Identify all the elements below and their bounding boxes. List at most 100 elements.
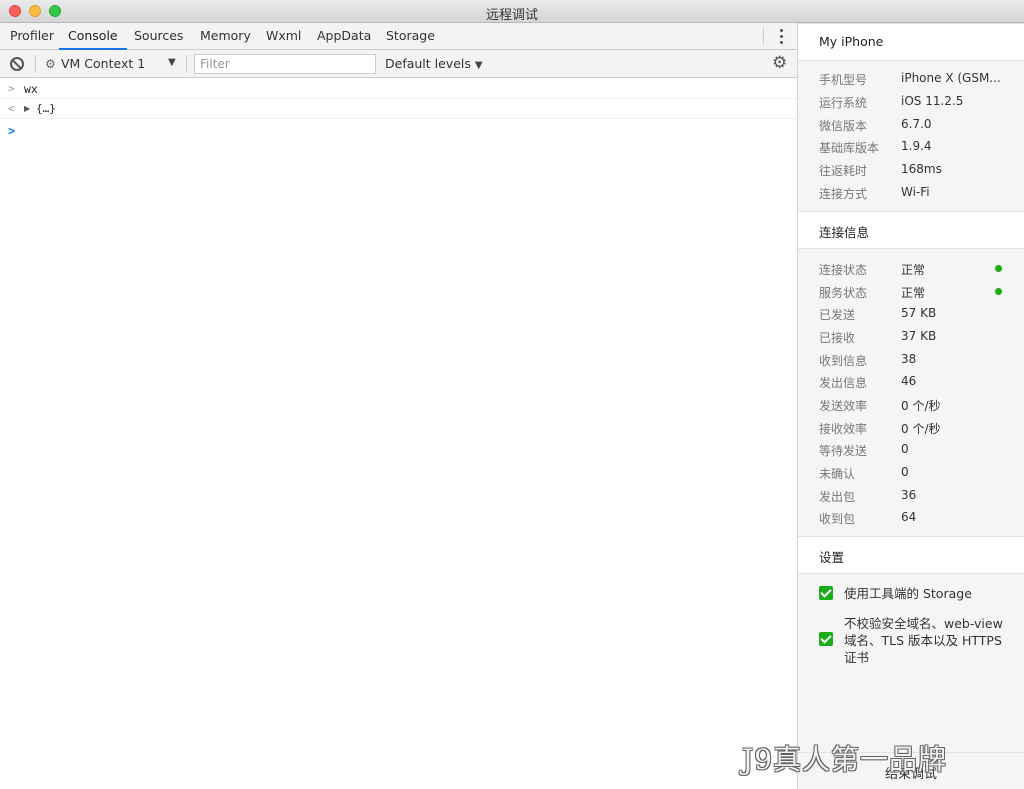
info-label: 已发送 bbox=[819, 308, 856, 322]
console-output[interactable]: > wx < ▶ {…} > bbox=[0, 79, 798, 789]
info-row: 等待发送 0 bbox=[798, 438, 1024, 460]
window-title: 远程调试 bbox=[485, 8, 538, 23]
info-label: 微信版本 bbox=[819, 119, 868, 133]
output-chevron-icon: < bbox=[8, 102, 15, 115]
tab-memory[interactable]: Memory bbox=[191, 23, 260, 50]
devtools-tab-bar: Profiler Console Sources Memory Wxml App… bbox=[0, 23, 798, 50]
info-label: 运行系统 bbox=[819, 96, 868, 110]
info-row: 往返耗时 168ms bbox=[798, 158, 1024, 180]
console-toolbar: ⚙ VM Context 1 ▼ Default levels▼ ⚙ bbox=[0, 50, 798, 78]
info-label: 接收效率 bbox=[819, 422, 868, 436]
console-prompt-icon[interactable]: > bbox=[8, 124, 15, 138]
info-row: 运行系统 iOS 11.2.5 bbox=[798, 90, 1024, 112]
info-label: 手机型号 bbox=[819, 73, 868, 87]
setting-storage-option[interactable]: 使用工具端的 Storage bbox=[798, 583, 1024, 607]
device-section-header: My iPhone bbox=[798, 23, 1024, 61]
watermark-text: J9真人第一品牌 bbox=[742, 743, 948, 776]
info-label: 发送效率 bbox=[819, 399, 868, 413]
info-label: 基础库版本 bbox=[819, 141, 880, 155]
tab-divider bbox=[763, 27, 764, 45]
info-value: 正常 bbox=[901, 286, 926, 300]
info-row: 接收效率 0 个/秒 bbox=[798, 416, 1024, 438]
clear-console-icon[interactable] bbox=[10, 57, 24, 71]
info-label: 服务状态 bbox=[819, 286, 868, 300]
toolbar-divider bbox=[186, 55, 187, 73]
info-label: 收到信息 bbox=[819, 354, 868, 368]
info-row: 基础库版本 1.9.4 bbox=[798, 135, 1024, 157]
info-row: 收到信息 38 bbox=[798, 348, 1024, 370]
device-title: My iPhone bbox=[819, 34, 884, 49]
context-select[interactable]: ⚙ VM Context 1 ▼ bbox=[44, 55, 180, 73]
context-gear-icon: ⚙ bbox=[45, 57, 56, 71]
domain-check-option-label: 不校验安全域名、web-view 域名、TLS 版本以及 HTTPS 证书 bbox=[844, 616, 1003, 665]
info-row: 连接状态 正常 bbox=[798, 257, 1024, 279]
storage-option-label: 使用工具端的 Storage bbox=[844, 586, 972, 601]
info-value: iOS 11.2.5 bbox=[901, 94, 964, 108]
remote-debug-sidebar: My iPhone 手机型号 iPhone X (GSM... 运行系统 iOS 1… bbox=[798, 23, 1024, 789]
info-value: 46 bbox=[901, 374, 917, 388]
log-levels-dropdown[interactable]: Default levels ▼ bbox=[385, 56, 483, 71]
info-value: 正常 bbox=[901, 263, 926, 277]
tab-sources[interactable]: Sources bbox=[125, 23, 192, 50]
gear-icon[interactable]: ⚙ bbox=[772, 54, 787, 72]
info-value: 0 个/秒 bbox=[901, 422, 941, 436]
console-result-line: < ▶ {…} bbox=[0, 99, 798, 119]
info-row: 已接收 37 KB bbox=[798, 325, 1024, 347]
info-value: 1.9.4 bbox=[901, 139, 932, 153]
settings-title: 设置 bbox=[819, 550, 845, 565]
info-row: 微信版本 6.7.0 bbox=[798, 113, 1024, 135]
info-value: 64 bbox=[901, 510, 917, 524]
info-value: 6.7.0 bbox=[901, 117, 932, 131]
info-row: 收到包 64 bbox=[798, 506, 1024, 528]
info-value: 0 bbox=[901, 442, 909, 456]
info-label: 已接收 bbox=[819, 331, 856, 345]
console-line-text: wx bbox=[24, 82, 38, 96]
context-label: VM Context 1 bbox=[61, 56, 146, 71]
setting-domain-check-option[interactable]: 不校验安全域名、web-view 域名、TLS 版本以及 HTTPS 证书 bbox=[798, 615, 1024, 675]
info-row: 手机型号 iPhone X (GSM... bbox=[798, 67, 1024, 89]
info-label: 连接状态 bbox=[819, 263, 868, 277]
title-bar: 远程调试 bbox=[0, 0, 1024, 23]
info-label: 发出信息 bbox=[819, 376, 868, 390]
info-value: iPhone X (GSM... bbox=[901, 71, 1001, 85]
input-chevron-icon: > bbox=[8, 82, 15, 95]
info-value: 57 KB bbox=[901, 306, 937, 320]
filter-input[interactable] bbox=[194, 54, 376, 74]
info-row: 服务状态 正常 bbox=[798, 280, 1024, 302]
storage-checkbox[interactable] bbox=[819, 586, 833, 600]
console-object-text[interactable]: {…} bbox=[36, 102, 56, 115]
domain-check-checkbox[interactable] bbox=[819, 632, 833, 646]
connection-title: 连接信息 bbox=[819, 225, 870, 240]
info-value: 37 KB bbox=[901, 329, 937, 343]
more-vertical-icon[interactable] bbox=[775, 26, 787, 46]
info-row: 发送效率 0 个/秒 bbox=[798, 393, 1024, 415]
info-value: 0 bbox=[901, 465, 909, 479]
toolbar-divider bbox=[35, 55, 36, 73]
tab-storage[interactable]: Storage bbox=[377, 23, 444, 50]
connection-section-header: 连接信息 bbox=[798, 211, 1024, 249]
info-label: 收到包 bbox=[819, 512, 856, 526]
log-levels-label: Default levels bbox=[385, 56, 471, 71]
console-input-line: > wx bbox=[0, 79, 798, 99]
info-row: 发出包 36 bbox=[798, 484, 1024, 506]
info-label: 发出包 bbox=[819, 490, 856, 504]
info-row: 连接方式 Wi-Fi bbox=[798, 181, 1024, 203]
caret-down-icon: ▼ bbox=[474, 60, 483, 71]
info-label: 连接方式 bbox=[819, 187, 868, 201]
info-row: 发出信息 46 bbox=[798, 370, 1024, 392]
status-dot bbox=[995, 288, 1002, 295]
tab-appdata[interactable]: AppData bbox=[308, 23, 380, 50]
tab-profiler[interactable]: Profiler bbox=[1, 23, 63, 50]
info-value: 0 个/秒 bbox=[901, 399, 941, 413]
info-value: Wi-Fi bbox=[901, 185, 930, 199]
info-value: 38 bbox=[901, 352, 917, 366]
info-label: 未确认 bbox=[819, 467, 856, 481]
status-dot bbox=[995, 265, 1002, 272]
devtools-panel: Profiler Console Sources Memory Wxml App… bbox=[0, 23, 798, 789]
expand-triangle-icon[interactable]: ▶ bbox=[24, 104, 30, 113]
tab-console[interactable]: Console bbox=[59, 23, 127, 50]
info-row: 已发送 57 KB bbox=[798, 302, 1024, 324]
tab-wxml[interactable]: Wxml bbox=[257, 23, 310, 50]
info-label: 往返耗时 bbox=[819, 164, 868, 178]
info-value: 168ms bbox=[901, 162, 942, 176]
